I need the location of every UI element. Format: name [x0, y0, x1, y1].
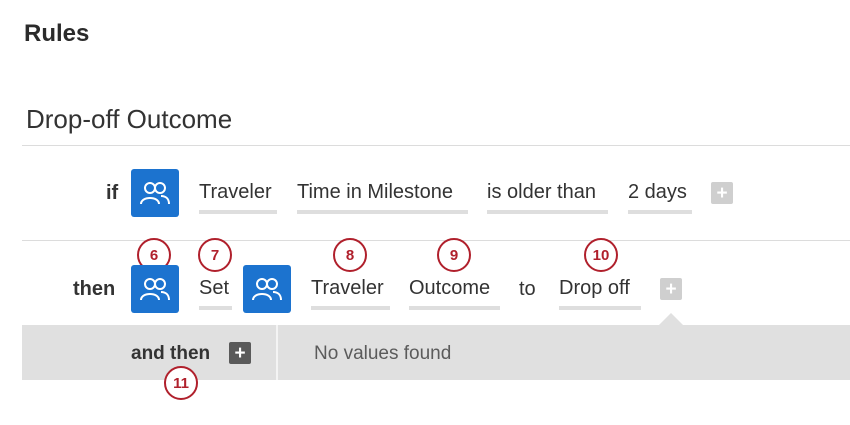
callout-marker: 10 [584, 238, 618, 272]
people-icon[interactable] [243, 265, 291, 313]
action-token[interactable]: Set [199, 277, 232, 310]
people-icon[interactable] [131, 169, 179, 217]
divider [22, 145, 850, 146]
then-keyword: then [73, 278, 116, 300]
add-and-then-button[interactable]: + [229, 342, 251, 364]
add-action-button[interactable]: + [660, 278, 682, 300]
people-icon[interactable] [131, 265, 179, 313]
callout-marker: 7 [198, 238, 232, 272]
if-operator-token[interactable]: is older than [487, 181, 608, 214]
if-field-token[interactable]: Time in Milestone [297, 181, 468, 214]
to-label: to [519, 278, 536, 300]
plus-icon: + [234, 342, 246, 364]
add-condition-button[interactable]: + [711, 182, 733, 204]
callout-marker: 8 [333, 238, 367, 272]
plus-icon: + [716, 182, 728, 204]
if-subject-token[interactable]: Traveler [199, 181, 277, 214]
then-subject-token[interactable]: Traveler [311, 277, 390, 310]
and-then-label: and then [131, 343, 211, 364]
callout-marker: 9 [437, 238, 471, 272]
page-title: Rules [24, 20, 90, 47]
if-value-token[interactable]: 2 days [628, 181, 692, 214]
then-value-token[interactable]: Drop off [559, 277, 641, 310]
empty-state-text: No values found [314, 343, 452, 364]
plus-icon: + [665, 278, 677, 300]
dropdown-pointer [659, 313, 683, 325]
rule-title: Drop-off Outcome [26, 104, 233, 134]
panel-divider [276, 325, 278, 380]
if-keyword: if [106, 182, 119, 204]
then-field-token[interactable]: Outcome [409, 277, 500, 310]
callout-marker: 11 [164, 366, 198, 400]
